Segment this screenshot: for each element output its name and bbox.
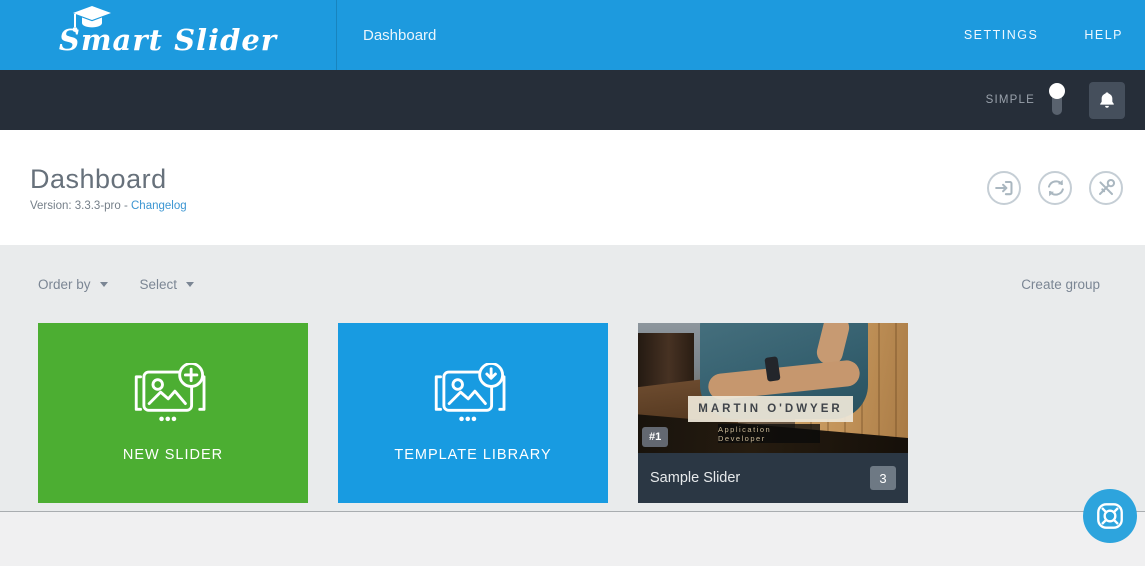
slider-card-footer: Sample Slider 3 (638, 453, 908, 503)
order-by-dropdown[interactable]: Order by (38, 277, 108, 292)
select-label: Select (139, 276, 178, 292)
toolbar: Order by Select Create group (38, 245, 1100, 323)
sample-slider-card[interactable]: MARTIN O'DWYER Application Developer #1 … (638, 323, 908, 503)
slide-count-badge: 3 (870, 466, 896, 490)
import-button[interactable] (987, 170, 1021, 205)
caret-down-icon (186, 281, 195, 287)
bell-icon (1100, 92, 1114, 108)
slide-add-icon (134, 363, 206, 422)
slide-heading-band: MARTIN O'DWYER (688, 396, 853, 422)
slider-order-badge: #1 (642, 427, 669, 447)
slide-download-icon (434, 363, 506, 422)
changelog-link[interactable]: Changelog (131, 200, 187, 212)
nav-item-dashboard[interactable]: Dashboard (337, 27, 462, 44)
toggle-knob-icon (1049, 83, 1065, 99)
header-actions (987, 170, 1123, 205)
import-icon (995, 180, 1013, 195)
page-header: Dashboard Version: 3.3.3-pro - Changelog (0, 130, 1145, 245)
help-link[interactable]: HELP (1084, 28, 1123, 42)
new-slider-card[interactable]: NEW SLIDER (38, 323, 308, 503)
notifications-button[interactable] (1089, 81, 1125, 119)
brand-logo[interactable]: Smart Slider (0, 0, 337, 70)
version-text: Version: 3.3.3-pro - Changelog (30, 200, 187, 212)
top-bar: Smart Slider Dashboard SETTINGS HELP (0, 0, 1145, 70)
simple-mode-toggle[interactable] (1049, 83, 1065, 117)
simple-mode-label: SIMPLE (985, 94, 1035, 106)
slide-heading: MARTIN O'DWYER (698, 403, 843, 415)
cards-row: NEW SLIDER TEMPLATE LIBRARY MARTIN O'DWY… (38, 323, 1100, 503)
new-slider-label: NEW SLIDER (122, 447, 224, 463)
slider-title: Sample Slider (650, 470, 741, 486)
select-dropdown[interactable]: Select (140, 277, 195, 292)
admin-bar: SIMPLE (0, 70, 1145, 130)
slide-subheading: Application Developer (718, 424, 772, 443)
top-nav: Dashboard (337, 0, 462, 70)
support-fab-button[interactable] (1083, 489, 1137, 543)
sync-button[interactable] (1038, 170, 1072, 205)
license-key-button[interactable] (1089, 170, 1123, 205)
bottom-strip (0, 511, 1145, 566)
key-icon (1098, 178, 1116, 195)
slide-subheading-band: Application Developer (718, 424, 820, 443)
sync-icon (1047, 179, 1064, 196)
caret-down-icon (99, 281, 108, 287)
slider-preview-image[interactable]: MARTIN O'DWYER Application Developer #1 (638, 323, 908, 453)
content-area: Order by Select Create group NEW SLIDER … (0, 245, 1145, 511)
settings-link[interactable]: SETTINGS (964, 28, 1039, 42)
template-library-card[interactable]: TEMPLATE LIBRARY (338, 323, 608, 503)
create-group-button[interactable]: Create group (1021, 277, 1100, 292)
version-number: Version: 3.3.3-pro - (30, 199, 131, 212)
graduation-cap-icon (72, 5, 111, 32)
top-bar-right: SETTINGS HELP (918, 0, 1145, 70)
template-library-label: TEMPLATE LIBRARY (394, 447, 552, 463)
lifebuoy-icon (1097, 503, 1123, 529)
page-title: Dashboard (30, 163, 167, 194)
order-by-label: Order by (38, 276, 91, 292)
